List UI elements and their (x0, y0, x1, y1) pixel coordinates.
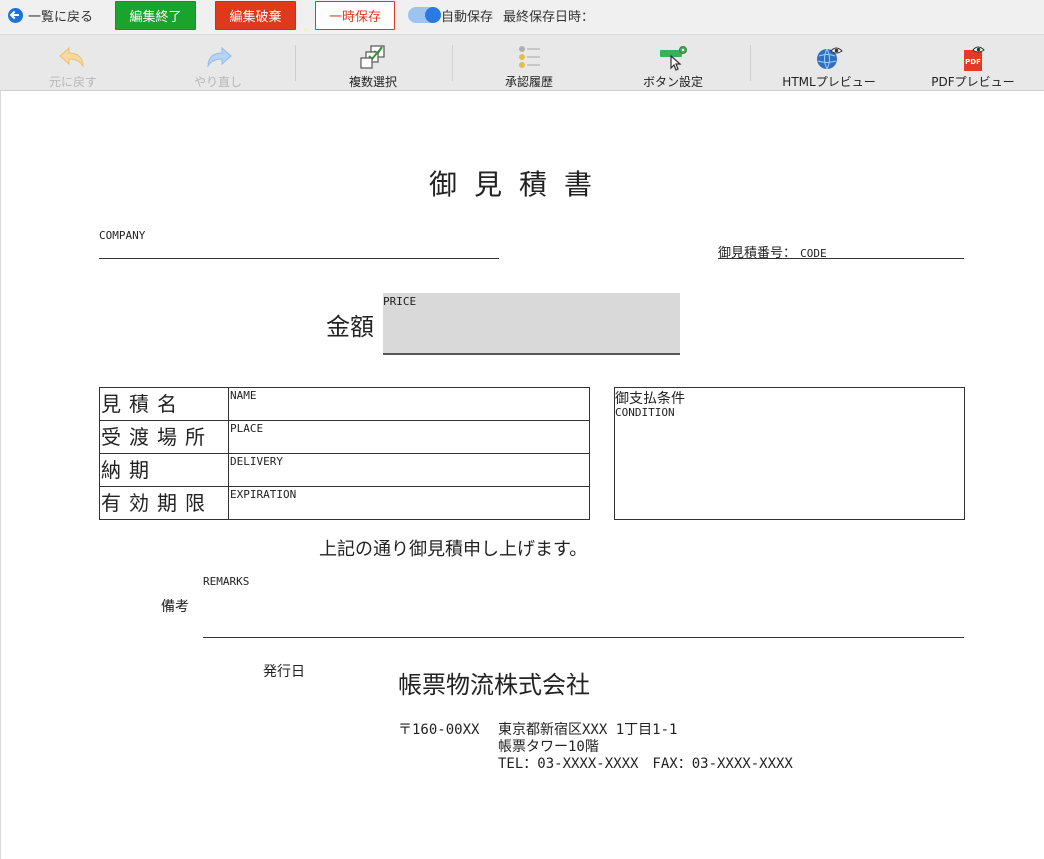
back-arrow-icon (8, 7, 23, 23)
autosave-toggle[interactable] (408, 7, 441, 23)
row-value-field[interactable]: DELIVERY (230, 455, 283, 468)
pdf-preview-icon: PDF (964, 46, 985, 71)
row-value-field[interactable]: NAME (230, 389, 257, 402)
back-to-list-label: 一覧に戻る (28, 9, 94, 25)
postal-code: 〒160-00XX (398, 722, 480, 738)
price-value: PRICE (383, 295, 417, 308)
company-underline (99, 258, 499, 259)
estimate-number-underline (718, 258, 964, 259)
payment-conditions-box[interactable]: 御支払条件 CONDITION (614, 387, 965, 520)
toolbar: 元に戻す やり直し 複数選択 承認履歴 ボタン設定 HTMLプレビュー PDF … (0, 34, 1044, 91)
row-header: 見積名 (100, 388, 229, 420)
row-value-field[interactable]: EXPIRATION (230, 488, 296, 501)
remarks-underline (203, 637, 964, 638)
multi-select-icon (360, 45, 385, 69)
table-row: 受渡場所 PLACE (100, 421, 589, 454)
undo-label: 元に戻す (48, 75, 97, 89)
row-header: 納期 (100, 454, 229, 486)
tel-fax: TEL：03-XXXX-XXXX FAX：03-XXXX-XXXX (498, 756, 793, 772)
button-settings-button[interactable]: ボタン設定 (618, 35, 728, 91)
table-row: 納期 DELIVERY (100, 454, 589, 487)
table-row: 見積名 NAME (100, 388, 589, 421)
top-bar: 一覧に戻る 編集終了 編集破棄 一時保存 自動保存 最終保存日時： (0, 0, 1044, 34)
html-preview-label: HTMLプレビュー (782, 75, 876, 89)
pdf-preview-button[interactable]: PDF PDFプレビュー (918, 35, 1028, 91)
multi-select-button[interactable]: 複数選択 (318, 35, 428, 91)
row-header: 受渡場所 (100, 421, 229, 453)
toolbar-separator (750, 45, 751, 81)
last-saved-label: 最終保存日時： (503, 10, 595, 25)
document-title: 御見積書 (429, 168, 610, 201)
temp-save-button[interactable]: 一時保存 (315, 1, 395, 30)
undo-icon (59, 46, 84, 68)
multi-select-label: 複数選択 (348, 75, 397, 89)
toolbar-separator (295, 45, 296, 81)
issue-date-label: 発行日 (263, 664, 305, 680)
issuer-company-name: 帳票物流株式会社 (398, 671, 590, 699)
toolbar-separator (452, 45, 453, 81)
row-value-field[interactable]: PLACE (230, 422, 263, 435)
estimate-document: 御見積書 COMPANY 御見積番号： CODE 金額 PRICE 見積名 NA… (0, 91, 1044, 859)
button-settings-label: ボタン設定 (642, 75, 703, 89)
estimate-note: 上記の通り御見積申し上げます。 (319, 539, 588, 560)
discard-edit-button[interactable]: 編集破棄 (215, 1, 296, 30)
pdf-preview-label: PDFプレビュー (931, 75, 1015, 89)
approval-history-button[interactable]: 承認履歴 (474, 35, 584, 91)
redo-button[interactable]: やり直し (163, 35, 273, 91)
estimate-info-table: 見積名 NAME 受渡場所 PLACE 納期 DELIVERY 有効期限 EXP… (99, 387, 590, 520)
table-row: 有効期限 EXPIRATION (100, 487, 589, 520)
undo-button[interactable]: 元に戻す (18, 35, 128, 91)
html-preview-button[interactable]: HTMLプレビュー (774, 35, 884, 91)
back-to-list-link[interactable]: 一覧に戻る (8, 6, 94, 25)
amount-label: 金額 (326, 313, 374, 341)
approval-history-icon (519, 46, 540, 68)
svg-text:PDF: PDF (965, 58, 981, 66)
html-preview-icon (817, 47, 843, 70)
redo-icon (207, 46, 232, 68)
autosave-toggle-knob (425, 7, 441, 23)
button-settings-icon (660, 46, 687, 71)
remarks-label: 備考 (161, 599, 189, 615)
payment-conditions-title: 御支払条件 (615, 391, 685, 407)
company-field[interactable]: COMPANY (99, 229, 145, 242)
autosave-label: 自動保存 (441, 10, 494, 25)
finish-edit-button[interactable]: 編集終了 (115, 1, 196, 30)
payment-conditions-value: CONDITION (615, 406, 675, 419)
row-header: 有効期限 (100, 487, 229, 520)
redo-label: やり直し (193, 75, 242, 89)
remarks-field[interactable]: REMARKS (203, 575, 249, 588)
approval-history-label: 承認履歴 (504, 75, 553, 89)
price-field[interactable]: PRICE (383, 293, 680, 355)
